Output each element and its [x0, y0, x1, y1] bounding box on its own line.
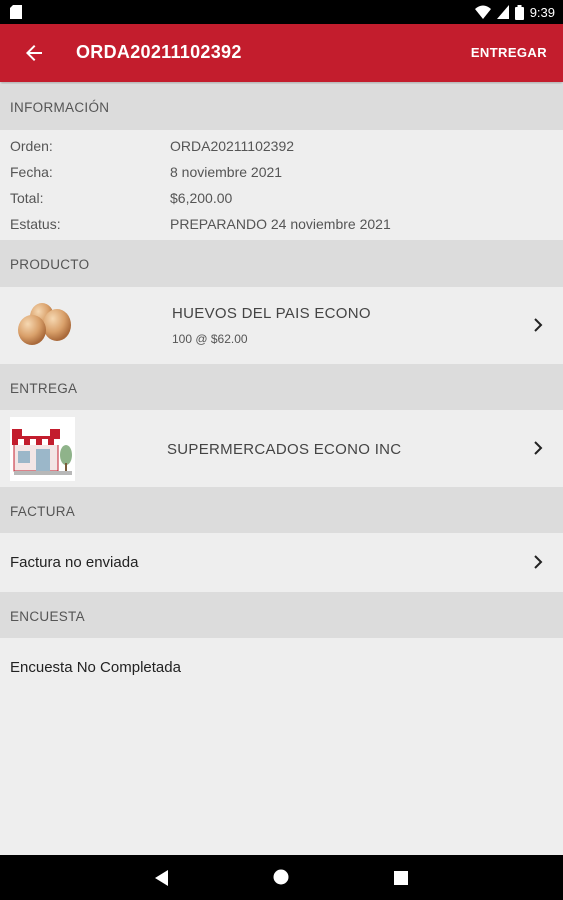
- status-time: 9:39: [529, 4, 555, 20]
- total-label: Total:: [10, 190, 44, 206]
- store-image: [10, 417, 75, 481]
- product-section-header: PRODUCTO: [0, 240, 563, 287]
- info-row-total: Total: $6,200.00: [0, 186, 563, 212]
- back-arrow-icon[interactable]: [22, 41, 46, 65]
- delivery-section-header: ENTREGA: [0, 364, 563, 410]
- product-quantity-price: 100 @ $62.00: [172, 332, 248, 346]
- app-bar: ORDA20211102392 ENTREGAR: [0, 24, 563, 82]
- nav-recents-icon[interactable]: [394, 871, 408, 885]
- survey-row[interactable]: Encuesta No Completada: [0, 638, 563, 696]
- info-header-label: INFORMACIÓN: [10, 100, 110, 115]
- survey-header-label: ENCUESTA: [10, 609, 85, 624]
- invoice-status-text: Factura no enviada: [10, 554, 139, 571]
- status-bar: 9:39: [0, 0, 563, 24]
- product-header-label: PRODUCTO: [10, 257, 90, 272]
- delivery-header-label: ENTREGA: [10, 381, 78, 396]
- battery-icon: [514, 4, 524, 20]
- invoice-row[interactable]: Factura no enviada: [0, 533, 563, 591]
- info-row-status: Estatus: PREPARANDO 24 noviembre 2021: [0, 212, 563, 238]
- eggs-image: [18, 303, 71, 345]
- info-row-order: Orden: ORDA20211102392: [0, 134, 563, 160]
- delivery-row[interactable]: SUPERMERCADOS ECONO INC: [0, 410, 563, 487]
- info-section-header: INFORMACIÓN: [0, 84, 563, 130]
- status-value: PREPARANDO 24 noviembre 2021: [170, 216, 391, 232]
- chevron-right-icon: [534, 441, 543, 455]
- status-label: Estatus:: [10, 216, 61, 232]
- wifi-icon: [474, 5, 491, 19]
- product-row[interactable]: HUEVOS DEL PAIS ECONO 100 @ $62.00: [0, 287, 563, 363]
- date-value: 8 noviembre 2021: [170, 164, 283, 180]
- info-row-date: Fecha: 8 noviembre 2021: [0, 160, 563, 186]
- navigation-bar: [0, 855, 563, 900]
- deliver-button[interactable]: ENTREGAR: [471, 45, 547, 60]
- total-value: $6,200.00: [170, 190, 233, 206]
- status-icons: 9:39: [474, 4, 555, 20]
- nav-home-icon[interactable]: [273, 869, 289, 885]
- chevron-right-icon: [534, 318, 543, 332]
- survey-status-text: Encuesta No Completada: [10, 659, 181, 676]
- chevron-right-icon: [534, 555, 543, 569]
- order-label: Orden:: [10, 138, 53, 154]
- invoice-section-header: FACTURA: [0, 487, 563, 533]
- order-value: ORDA20211102392: [170, 138, 295, 154]
- sd-card-icon: [10, 5, 22, 19]
- nav-back-icon[interactable]: [155, 870, 169, 886]
- page-title: ORDA20211102392: [76, 42, 242, 62]
- store-name: SUPERMERCADOS ECONO INC: [167, 441, 402, 458]
- product-name: HUEVOS DEL PAIS ECONO: [172, 305, 371, 322]
- survey-section-header: ENCUESTA: [0, 592, 563, 638]
- signal-icon: [496, 5, 509, 19]
- invoice-header-label: FACTURA: [10, 504, 76, 519]
- date-label: Fecha:: [10, 164, 53, 180]
